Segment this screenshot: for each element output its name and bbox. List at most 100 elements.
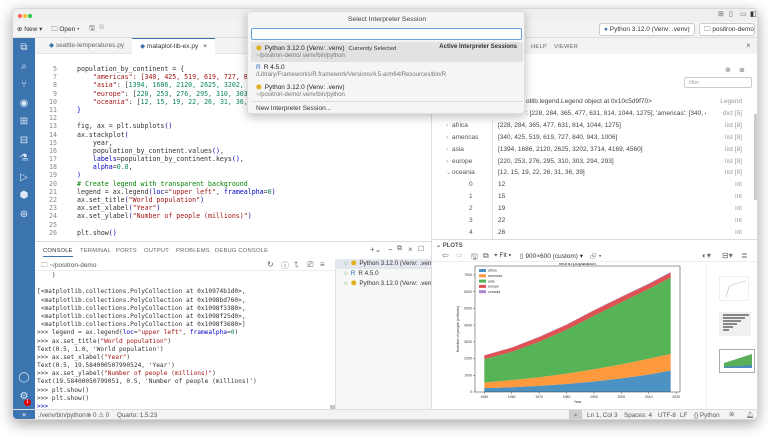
variable-row[interactable]: 0 12 int (432, 179, 750, 192)
console-output[interactable]: ) [<matplotlib.collections.PolyCollection… (37, 272, 327, 411)
close-panel-icon[interactable]: × (408, 245, 413, 254)
problems-indicator[interactable]: ⊗ 0 ⚠ 0 (86, 412, 109, 419)
plot-size-dropdown[interactable]: ▯ 900×600 (custom) ▾ (520, 252, 583, 260)
variable-row[interactable]: › europe [220, 253, 276, 295, 310, 303, 29… (432, 155, 750, 168)
minimize-window-button[interactable] (23, 14, 27, 18)
plot-thumbnail[interactable] (719, 312, 751, 336)
panel-tab-ports[interactable]: PORTS (116, 248, 137, 254)
github-icon[interactable]: ◉ (13, 98, 35, 109)
toggle-secondary-sidebar-icon[interactable]: ◧ (750, 10, 757, 18)
account-icon[interactable]: ◯ (13, 372, 35, 383)
close-icon[interactable]: × (746, 41, 751, 50)
plots-header[interactable]: ⌄ PLOTS (432, 239, 757, 250)
plot-layout-icon[interactable]: ⊟▾ (722, 251, 733, 260)
working-directory-icon[interactable]: ⮤ (294, 260, 299, 270)
new-button[interactable]: ⊕ New ▾ (17, 25, 42, 33)
console-session-item[interactable]: ○ ⬢ Python 3.12.0 (Venv: .venv) (336, 259, 437, 269)
tab-viewer[interactable]: VIEWER (554, 44, 578, 50)
maximize-panel-icon[interactable]: ☐ (418, 245, 424, 253)
explorer-icon[interactable]: ⧉ (13, 42, 35, 53)
plot-thumbnail-selected[interactable] (719, 349, 755, 373)
interpreter-path[interactable]: ./venv/bin/python (38, 412, 86, 419)
close-window-button[interactable] (18, 14, 22, 18)
indentation[interactable]: Spaces: 4 (624, 412, 652, 419)
run-debug-icon[interactable]: ▷ (13, 172, 35, 183)
quick-pick-input[interactable] (251, 28, 522, 40)
clear-plots-icon[interactable]: ≣ (741, 251, 748, 260)
source-control-icon[interactable]: ⑂ (13, 79, 35, 90)
plot-thumbnail[interactable] (719, 276, 749, 301)
project-selector-button[interactable]: 🗀 positron-demo ⌄ (699, 23, 757, 36)
variable-row[interactable]: › africa [228, 284, 365, 477, 631, 814, 10… (432, 119, 750, 132)
panel-tab-problems[interactable]: PROBLEMS (176, 248, 210, 254)
restart-icon[interactable]: ↻ (267, 260, 274, 269)
panel-tab-terminal[interactable]: TERMINAL (80, 248, 111, 254)
tab-help[interactable]: HELP (531, 44, 547, 50)
encoding[interactable]: UTF-8 (658, 412, 676, 419)
customize-layout-icon[interactable]: ⊞ (718, 10, 724, 18)
editor-tab[interactable]: ◆ seattle-temperatures.py (41, 38, 132, 54)
variable-row[interactable]: 2 19 int (432, 203, 750, 216)
refresh-icon[interactable]: ⊚ (725, 66, 731, 74)
variable-row[interactable]: › asia [1394, 1686, 2120, 2625, 3202, 3714… (432, 143, 750, 156)
interpreter-selector-button[interactable]: ● Python 3.12.0 (Venv: .venv) (599, 23, 695, 36)
quick-pick-item[interactable]: ⬢ Python 3.12.0 (Venv: .venv) Currently Se… (251, 42, 523, 62)
variable-row[interactable]: 1 15 int (432, 191, 750, 204)
zoom-fit-dropdown[interactable]: ⌖ Fit ▾ (494, 252, 511, 260)
variable-row[interactable]: 4 26 int (432, 226, 750, 239)
toggle-panel-icon[interactable]: ▭ (740, 10, 747, 18)
clear-console-icon[interactable]: ⎚ (307, 260, 313, 270)
notifications-icon[interactable]: 🔔︎ (746, 411, 754, 419)
cursor-position[interactable]: Ln 1, Col 3 (587, 412, 617, 419)
testing-icon[interactable]: ⚗ (13, 153, 35, 164)
chevron-right-icon[interactable]: › (446, 156, 448, 168)
console-session-item[interactable]: ○ ⬢ Python 3.12.0 (Venv: .venv) (336, 279, 437, 289)
group-label: Active Interpreter Sessions (439, 44, 517, 50)
panel-tab-output[interactable]: OUTPUT (144, 248, 169, 254)
variable-row[interactable]: 3 22 int (432, 215, 750, 227)
chevron-down-icon[interactable]: ⌄ (446, 167, 451, 179)
chevron-right-icon[interactable]: › (446, 132, 448, 144)
copilot-icon[interactable]: ⊜ (729, 411, 734, 418)
language-mode[interactable]: {} Python (694, 412, 720, 419)
minimize-panel-icon[interactable]: − (388, 245, 393, 254)
quarto-version[interactable]: Quarto: 1.5.23 (117, 412, 157, 419)
variables-menu-icon[interactable]: ≣ (739, 66, 745, 74)
remote-icon[interactable]: ⨯ (13, 410, 35, 419)
toggle-sidebar-icon[interactable]: ▯ (729, 10, 733, 18)
zoom-icon[interactable]: ⌕ (569, 410, 582, 419)
extensions-icon[interactable]: ⊞ (13, 116, 35, 127)
maximize-window-button[interactable] (28, 14, 32, 18)
variable-row[interactable]: › americas [340, 425, 519, 619, 727, 840, … (432, 131, 750, 144)
quick-pick-item[interactable]: ⬢ Python 3.12.0 (Venv: .venv) ~/positron-d… (251, 81, 523, 101)
variables-scrollbar[interactable] (754, 114, 757, 200)
console-session-item[interactable]: ○ R R 4.5.0 (336, 269, 431, 279)
python-icon[interactable]: ⬢ (13, 190, 35, 201)
close-tab-icon[interactable]: × (203, 43, 207, 50)
end-of-line[interactable]: LF (680, 412, 687, 419)
chevron-right-icon[interactable]: › (446, 144, 448, 156)
chevron-right-icon[interactable]: › (446, 120, 448, 132)
console-menu-icon[interactable]: ≡ (320, 260, 325, 269)
variables-filter-input[interactable]: filter (684, 77, 752, 88)
quick-pick-item[interactable]: RR 4.5.0/Library/Frameworks/R.framework/… (251, 62, 523, 82)
next-plot-icon[interactable]: ⇨ (456, 251, 463, 260)
session-status-icon: ○ (344, 280, 348, 287)
editor-tab[interactable]: ◆ mataplot-lib-ex.py × (132, 38, 216, 54)
previous-plot-icon[interactable]: ⇦ (442, 251, 449, 260)
save-all-icon[interactable]: ⧉ (99, 24, 104, 32)
interrupt-icon[interactable]: ⓘ (281, 260, 289, 271)
open-button[interactable]: 🗀 Open ▾ (51, 25, 79, 36)
remote-explorer-icon[interactable]: ⊟ (13, 135, 35, 146)
new-console-icon[interactable]: +⌄ (370, 245, 381, 254)
search-icon[interactable]: ⌕ (13, 61, 35, 72)
connections-icon[interactable]: ⊛ (13, 209, 35, 220)
copy-plot-icon[interactable]: ⧉ (483, 251, 489, 261)
dark-mode-icon[interactable]: ◐▾ (702, 251, 711, 260)
new-interpreter-session-item[interactable]: New Interpreter Session... (251, 101, 523, 115)
save-icon[interactable]: 🖫 (89, 24, 95, 35)
restore-panel-icon[interactable]: ⧉ (397, 245, 402, 253)
variable-row[interactable]: ⌄ oceania [12, 15, 19, 22, 26, 31, 36, 39]… (432, 167, 750, 180)
panel-tab-debug-console[interactable]: DEBUG CONSOLE (215, 248, 268, 254)
panel-tab-console[interactable]: CONSOLE (43, 248, 73, 257)
